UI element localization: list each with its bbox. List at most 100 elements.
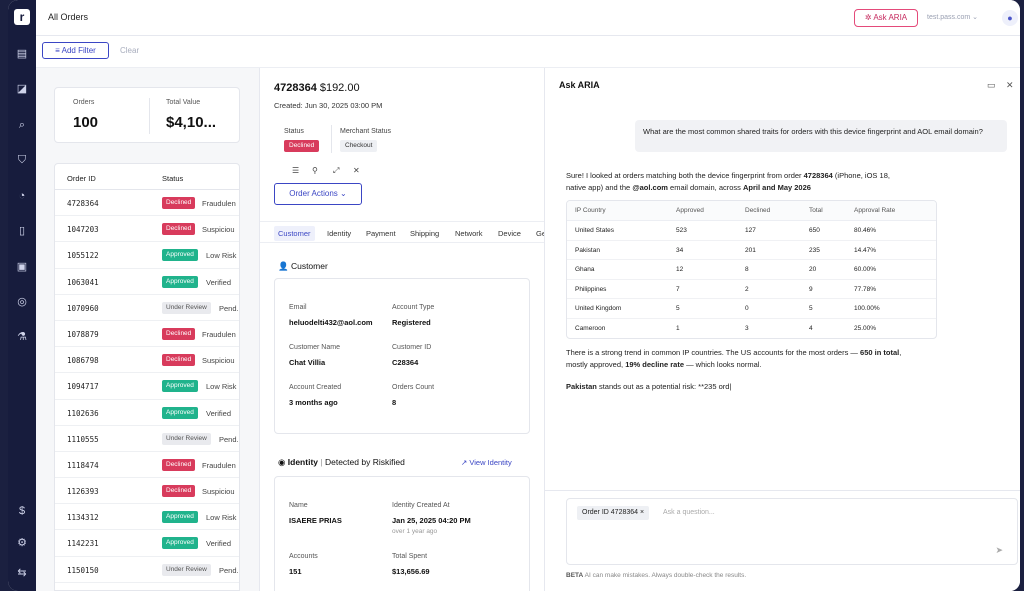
total-spent-value: $13,656.69 bbox=[392, 567, 430, 576]
table-row[interactable]: 1063041 Approved Verified bbox=[55, 269, 239, 295]
close-panel-icon[interactable]: ✕ bbox=[1006, 80, 1014, 91]
account-created-value: 3 months ago bbox=[289, 398, 338, 407]
table-row[interactable]: 1078879 Declined Fraudulen bbox=[55, 321, 239, 348]
integrations-nav-icon[interactable]: ⇆ bbox=[15, 566, 29, 580]
summary-stats-card: Orders 100 Total Value $4,10... bbox=[54, 87, 240, 143]
top-bar: All Orders ✲ Ask ARIA test.pass.com ⌄ ● … bbox=[36, 0, 1020, 36]
settings-gear-icon[interactable]: ⚙ bbox=[15, 536, 29, 550]
order-actions-dropdown[interactable]: Order Actions ⌄ bbox=[274, 183, 362, 205]
table-row[interactable]: 1150150 Under Review Pend. bbox=[55, 557, 239, 583]
speed-nav-icon[interactable]: ◔ bbox=[15, 189, 29, 203]
app-logo[interactable]: r bbox=[14, 9, 30, 25]
pakistan-highlight: Pakistan bbox=[566, 382, 597, 391]
order-header: 4728364 $192.00 bbox=[274, 82, 360, 94]
table-row[interactable]: 1047203 Declined Suspiciou bbox=[55, 216, 239, 243]
answer-intro-line-2: native app) and the @aol.com email domai… bbox=[566, 182, 890, 194]
context-tag-label: Order ID 4728364 bbox=[582, 509, 639, 516]
row-reason: Suspiciou bbox=[202, 225, 235, 235]
expand-icon[interactable]: ⤢ bbox=[333, 166, 339, 176]
accounts-value: 151 bbox=[289, 567, 302, 576]
country-results-table: IP Country Approved Declined Total Appro… bbox=[566, 200, 937, 339]
orders-count-value: 100 bbox=[73, 114, 99, 131]
tab-device[interactable]: Device bbox=[498, 229, 521, 238]
close-icon[interactable]: ✕ bbox=[353, 166, 360, 175]
column-status[interactable]: Status bbox=[162, 174, 183, 183]
domain-selector[interactable]: test.pass.com ⌄ bbox=[927, 13, 978, 21]
identity-name-value: ISAERE PRIAS bbox=[289, 516, 342, 525]
customer-card: Email heluodelti432@aol.com Account Type… bbox=[274, 278, 530, 434]
clear-filters-button[interactable]: Clear bbox=[120, 46, 139, 55]
app-window: r ▤ ◪ ⌕ ⛉ ◔ ▯ ▣ ◎ ⚗ $ ⚙ ⇆ All Orders ✲ A… bbox=[8, 0, 1020, 591]
table-row[interactable]: 1102636 Approved Verified bbox=[55, 400, 239, 426]
row-reason: Suspiciou bbox=[202, 487, 235, 497]
tab-identity[interactable]: Identity bbox=[327, 229, 351, 238]
table-row[interactable]: 1070960 Under Review Pend. bbox=[55, 295, 239, 321]
customer-name-label: Customer Name bbox=[289, 344, 340, 351]
question-input[interactable]: Ask a question... bbox=[663, 509, 715, 516]
cell-approval-rate: 25.00% bbox=[854, 324, 877, 332]
radar-nav-icon[interactable]: ◎ bbox=[15, 295, 29, 309]
table-row[interactable]: 4728364 Declined Fraudulen bbox=[55, 190, 239, 217]
shield-nav-icon[interactable]: ⛉ bbox=[15, 153, 29, 167]
ask-aria-button[interactable]: ✲ Ask ARIA bbox=[854, 9, 918, 27]
remove-tag-icon[interactable]: × bbox=[640, 509, 644, 516]
user-avatar-icon[interactable]: ● bbox=[1002, 10, 1018, 26]
trend-paragraph: There is a strong trend in common IP cou… bbox=[566, 347, 901, 371]
customer-id-value: C28364 bbox=[392, 358, 419, 367]
tab-customer[interactable]: Customer bbox=[274, 226, 315, 241]
ask-aria-panel: Ask ARIA ▭ ✕ What are the most common sh… bbox=[544, 68, 1020, 591]
identity-section-title: ◉ Identity | Detected by Riskified bbox=[278, 457, 405, 468]
row-status-badge: Under Review bbox=[162, 563, 211, 576]
view-identity-link[interactable]: ↗ View Identity bbox=[461, 458, 512, 467]
send-icon[interactable]: ➤ bbox=[995, 545, 1003, 556]
row-reason: Suspiciou bbox=[202, 356, 235, 366]
trend-highlight: 650 in total bbox=[860, 348, 900, 357]
table-row[interactable]: 1118474 Declined Fraudulen bbox=[55, 452, 239, 479]
row-reason: Low Risk bbox=[206, 513, 237, 523]
lab-nav-icon[interactable]: ⚗ bbox=[15, 330, 29, 344]
history-icon[interactable]: ▭ bbox=[987, 80, 996, 91]
nav-rail: r ▤ ◪ ⌕ ⛉ ◔ ▯ ▣ ◎ ⚗ $ ⚙ ⇆ bbox=[8, 0, 36, 591]
list-icon[interactable]: ☰ bbox=[292, 166, 299, 175]
tab-geo[interactable]: Ge bbox=[536, 229, 544, 238]
order-actions-label: Order Actions bbox=[289, 189, 338, 198]
status-badge: Declined bbox=[284, 140, 320, 152]
briefcase-nav-icon[interactable]: ▣ bbox=[15, 260, 29, 274]
add-filter-button[interactable]: ≡ Add Filter bbox=[42, 42, 109, 59]
table-row[interactable]: 1142231 Approved Verified bbox=[55, 530, 239, 557]
orders-nav-icon[interactable]: ▤ bbox=[15, 47, 29, 61]
document-nav-icon[interactable]: ▯ bbox=[15, 224, 29, 238]
customer-id-label: Customer ID bbox=[392, 344, 432, 351]
typing-cursor: | bbox=[729, 382, 732, 391]
table-row[interactable]: 1126393 Declined Suspiciou bbox=[55, 478, 239, 505]
tab-shipping[interactable]: Shipping bbox=[410, 229, 439, 238]
tab-network[interactable]: Network bbox=[455, 229, 483, 238]
column-order-id[interactable]: Order ID bbox=[67, 174, 96, 183]
customer-title-text: Customer bbox=[290, 261, 328, 271]
table-row[interactable]: 1094717 Approved Low Risk bbox=[55, 373, 239, 400]
status-divider bbox=[331, 125, 332, 153]
user-question-bubble: What are the most common shared traits f… bbox=[635, 120, 1007, 152]
detail-tabs: Customer Identity Payment Shipping Netwo… bbox=[260, 221, 544, 243]
beta-note: AI can make mistakes. Always double-chec… bbox=[584, 572, 747, 579]
trend-text: — which looks normal. bbox=[683, 360, 762, 369]
answer-text: Sure! I looked at orders matching both t… bbox=[566, 171, 804, 180]
billing-nav-icon[interactable]: $ bbox=[15, 504, 29, 518]
search-nav-icon[interactable]: ⌕ bbox=[15, 118, 29, 132]
row-order-id: 1134312 bbox=[67, 513, 99, 523]
cell-approval-rate: 14.47% bbox=[854, 246, 877, 254]
cell-declined: 3 bbox=[745, 324, 749, 332]
row-status-badge: Approved bbox=[162, 537, 198, 550]
email-label: Email bbox=[289, 304, 307, 311]
table-row[interactable]: 1086798 Declined Suspiciou bbox=[55, 347, 239, 374]
location-pin-icon[interactable]: ⚲ bbox=[312, 166, 318, 175]
tab-payment[interactable]: Payment bbox=[366, 229, 396, 238]
question-composer[interactable]: Order ID 4728364 × Ask a question... ➤ bbox=[566, 498, 1018, 565]
table-row[interactable]: 1134312 Approved Low Risk bbox=[55, 504, 239, 531]
chart-nav-icon[interactable]: ◪ bbox=[15, 82, 29, 96]
table-row[interactable]: 1110555 Under Review Pend. bbox=[55, 426, 239, 452]
table-row[interactable]: 1055122 Approved Low Risk bbox=[55, 242, 239, 269]
cell-approved: 7 bbox=[676, 285, 680, 293]
context-tag-chip[interactable]: Order ID 4728364 × bbox=[577, 506, 650, 520]
add-filter-label: Add Filter bbox=[61, 46, 96, 55]
